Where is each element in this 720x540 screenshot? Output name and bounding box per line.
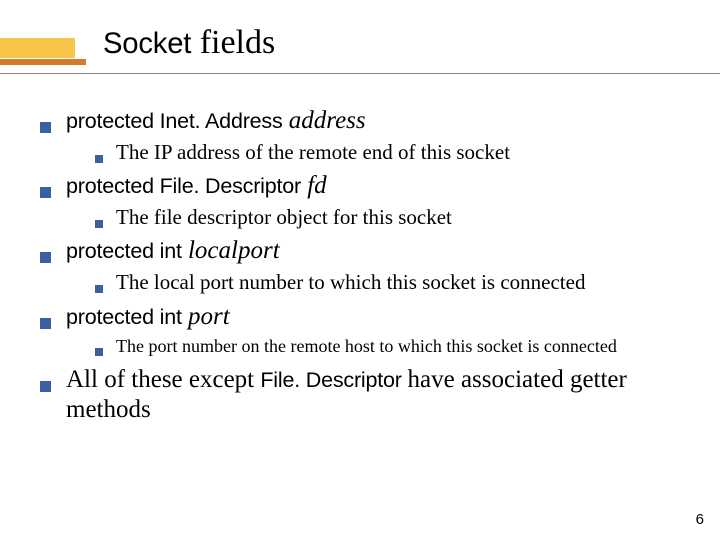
keyword: protected: [66, 174, 160, 198]
title-underline: [0, 73, 720, 74]
field-desc-row: The file descriptor object for this sock…: [95, 205, 680, 230]
square-bullet-icon: [40, 122, 51, 133]
field-item: protected File. Descriptor fd: [40, 171, 680, 201]
varname: address: [283, 107, 366, 134]
field-desc: The file descriptor object for this sock…: [116, 205, 452, 230]
varname: port: [182, 303, 230, 330]
keyword: protected int: [66, 305, 182, 329]
content: protected Inet. Address address The IP a…: [40, 100, 680, 425]
summary-pre: All of these except: [66, 366, 260, 393]
field-signature: protected int port: [66, 302, 230, 332]
field-desc-wrap: The IP address of the remote end of this…: [95, 140, 680, 165]
slide-title: Socket fields: [103, 24, 275, 62]
keyword: protected int: [66, 239, 182, 263]
title-bar: Socket fields: [0, 24, 720, 84]
field-desc: The IP address of the remote end of this…: [116, 140, 510, 165]
type: File. Descriptor: [160, 174, 301, 198]
field-signature: protected Inet. Address address: [66, 106, 366, 136]
field-item: protected Inet. Address address: [40, 106, 680, 136]
varname: localport: [182, 237, 280, 264]
summary-text: All of these except File. Descriptor hav…: [66, 365, 680, 425]
title-word-1: Socket: [103, 28, 191, 60]
field-item: protected int localport: [40, 236, 680, 266]
accent-orange: [0, 59, 86, 65]
type: Inet. Address: [160, 109, 283, 133]
keyword: protected: [66, 109, 160, 133]
square-bullet-icon: [95, 155, 103, 163]
field-desc-row: The IP address of the remote end of this…: [95, 140, 680, 165]
square-bullet-icon: [40, 187, 51, 198]
field-desc: The local port number to which this sock…: [116, 270, 585, 295]
square-bullet-icon: [95, 220, 103, 228]
field-signature: protected int localport: [66, 236, 280, 266]
title-word-2: fields: [200, 24, 276, 61]
accent-yellow: [0, 38, 75, 58]
field-desc-row: The port number on the remote host to wh…: [95, 336, 680, 358]
square-bullet-icon: [95, 285, 103, 293]
field-desc-row: The local port number to which this sock…: [95, 270, 680, 295]
square-bullet-icon: [40, 252, 51, 263]
page-number: 6: [696, 511, 704, 528]
field-desc: The port number on the remote host to wh…: [116, 336, 617, 358]
summary-item: All of these except File. Descriptor hav…: [40, 365, 680, 425]
field-desc-wrap: The file descriptor object for this sock…: [95, 205, 680, 230]
square-bullet-icon: [95, 348, 103, 356]
square-bullet-icon: [40, 318, 51, 329]
slide: Socket fields protected Inet. Address ad…: [0, 0, 720, 540]
varname: fd: [301, 172, 327, 199]
summary-type: File. Descriptor: [260, 368, 407, 392]
field-desc-wrap: The port number on the remote host to wh…: [95, 336, 680, 358]
square-bullet-icon: [40, 381, 51, 392]
field-signature: protected File. Descriptor fd: [66, 171, 327, 201]
field-item: protected int port: [40, 302, 680, 332]
field-desc-wrap: The local port number to which this sock…: [95, 270, 680, 295]
